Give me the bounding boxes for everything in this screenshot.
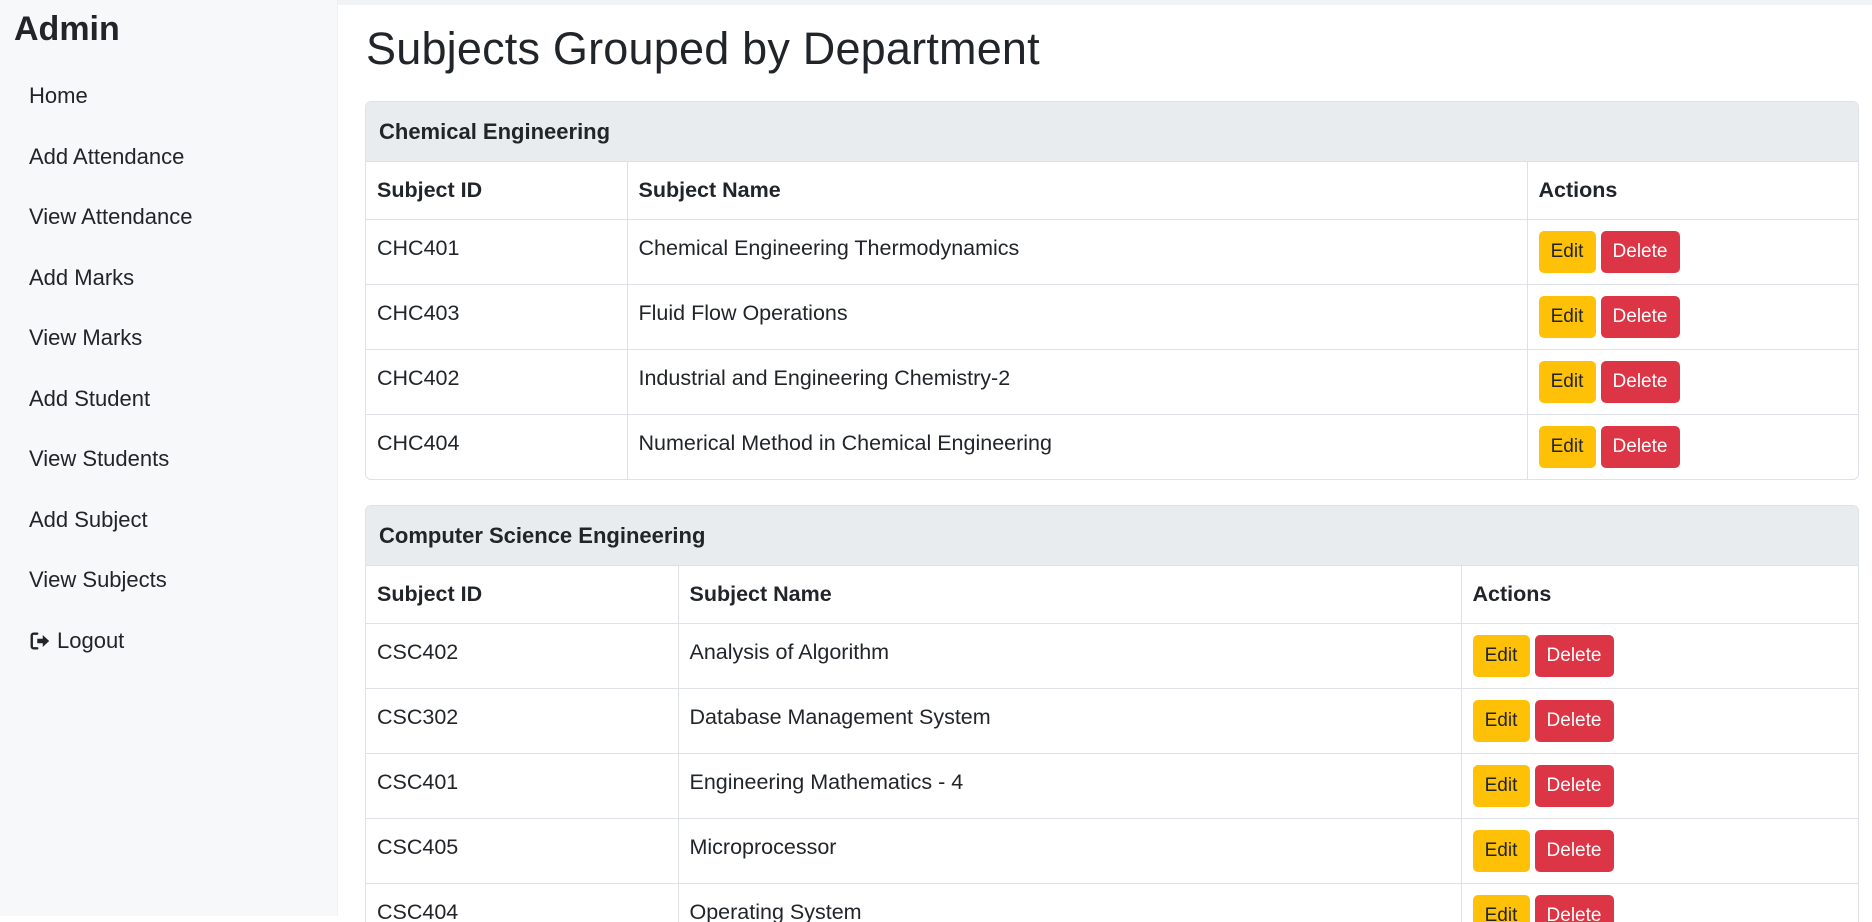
subject-id-cell: CHC403	[366, 284, 628, 350]
sidebar-item-label: View Marks	[29, 325, 143, 351]
table-row: CSC405 Microprocessor Edit Delete	[366, 818, 1858, 884]
subject-id-cell: CHC402	[366, 349, 628, 415]
department-card-computer-science-engineering: Computer Science Engineering Subject ID …	[365, 505, 1859, 922]
column-header-subject-name: Subject Name	[678, 566, 1462, 624]
delete-button[interactable]: Delete	[1534, 894, 1614, 922]
table-row: CSC402 Analysis of Algorithm Edit Delete	[366, 623, 1858, 689]
actions-cell: Edit Delete	[1527, 219, 1858, 285]
delete-button[interactable]: Delete	[1600, 360, 1680, 403]
actions-cell: Edit Delete	[1461, 818, 1858, 884]
subject-name-cell: Industrial and Engineering Chemistry-2	[627, 349, 1528, 415]
department-header: Chemical Engineering	[366, 102, 1858, 162]
delete-button[interactable]: Delete	[1600, 295, 1680, 338]
subject-id-cell: CSC402	[366, 623, 679, 689]
sidebar-item-add-subject[interactable]: Add Subject	[0, 490, 338, 551]
logout-icon	[29, 630, 51, 652]
sidebar-item-label: View Students	[29, 446, 170, 472]
subject-id-cell: CSC404	[366, 883, 679, 922]
actions-cell: Edit Delete	[1527, 284, 1858, 350]
actions-cell: Edit Delete	[1527, 414, 1858, 479]
table-header-row: Subject ID Subject Name Actions	[366, 566, 1858, 624]
subjects-table: Subject ID Subject Name Actions CHC401 C…	[366, 162, 1858, 479]
sidebar-item-add-marks[interactable]: Add Marks	[0, 248, 338, 309]
delete-button[interactable]: Delete	[1534, 634, 1614, 677]
sidebar-item-view-students[interactable]: View Students	[0, 429, 338, 490]
delete-button[interactable]: Delete	[1534, 829, 1614, 872]
sidebar-item-label: Add Subject	[29, 506, 148, 532]
column-header-actions: Actions	[1527, 162, 1858, 220]
table-row: CHC403 Fluid Flow Operations Edit Delete	[366, 284, 1858, 350]
subject-id-cell: CHC404	[366, 414, 628, 479]
sidebar-item-label: View Subjects	[29, 567, 167, 593]
sidebar-nav: Home Add Attendance View Attendance Add …	[0, 66, 338, 671]
sidebar-item-label: View Attendance	[29, 204, 193, 230]
table-header-row: Subject ID Subject Name Actions	[366, 162, 1858, 220]
sidebar: Admin Home Add Attendance View Attendanc…	[0, 0, 338, 916]
sidebar-item-view-marks[interactable]: View Marks	[0, 308, 338, 369]
sidebar-item-label: Add Student	[29, 385, 151, 411]
table-row: CHC402 Industrial and Engineering Chemis…	[366, 349, 1858, 415]
edit-button[interactable]: Edit	[1538, 295, 1596, 338]
table-row: CSC401 Engineering Mathematics - 4 Edit D…	[366, 753, 1858, 819]
actions-cell: Edit Delete	[1527, 349, 1858, 415]
delete-button[interactable]: Delete	[1600, 230, 1680, 273]
sidebar-item-label: Add Attendance	[29, 143, 185, 169]
edit-button[interactable]: Edit	[1472, 894, 1530, 922]
sidebar-item-home[interactable]: Home	[0, 66, 338, 127]
page-title: Subjects Grouped by Department	[366, 23, 1040, 74]
sidebar-item-view-attendance[interactable]: View Attendance	[0, 187, 338, 248]
table-row: CHC401 Chemical Engineering Thermodynami…	[366, 219, 1858, 285]
column-header-actions: Actions	[1461, 566, 1858, 624]
subject-id-cell: CSC401	[366, 753, 679, 819]
subject-id-cell: CSC302	[366, 688, 679, 754]
sidebar-item-add-attendance[interactable]: Add Attendance	[0, 127, 338, 188]
edit-button[interactable]: Edit	[1538, 230, 1596, 273]
subject-name-cell: Chemical Engineering Thermodynamics	[627, 219, 1528, 285]
subject-name-cell: Numerical Method in Chemical Engineering	[627, 414, 1528, 479]
sidebar-item-view-subjects[interactable]: View Subjects	[0, 550, 338, 611]
column-header-subject-name: Subject Name	[627, 162, 1528, 220]
actions-cell: Edit Delete	[1461, 623, 1858, 689]
delete-button[interactable]: Delete	[1534, 699, 1614, 742]
edit-button[interactable]: Edit	[1472, 699, 1530, 742]
subject-name-cell: Fluid Flow Operations	[627, 284, 1528, 350]
sidebar-item-logout[interactable]: Logout	[0, 611, 338, 672]
column-header-subject-id: Subject ID	[366, 162, 628, 220]
actions-cell: Edit Delete	[1461, 883, 1858, 922]
subject-name-cell: Microprocessor	[678, 818, 1462, 884]
edit-button[interactable]: Edit	[1472, 764, 1530, 807]
department-card-chemical-engineering: Chemical Engineering Subject ID Subject …	[365, 101, 1859, 480]
edit-button[interactable]: Edit	[1472, 634, 1530, 677]
subject-name-cell: Analysis of Algorithm	[678, 623, 1462, 689]
sidebar-item-add-student[interactable]: Add Student	[0, 369, 338, 430]
edit-button[interactable]: Edit	[1472, 829, 1530, 872]
table-row: CSC302 Database Management System Edit De…	[366, 688, 1858, 754]
subject-name-cell: Operating System	[678, 883, 1462, 922]
main-content: Subjects Grouped by Department Chemical …	[338, 0, 1872, 922]
column-header-subject-id: Subject ID	[366, 566, 679, 624]
sidebar-brand: Admin	[14, 10, 120, 48]
edit-button[interactable]: Edit	[1538, 360, 1596, 403]
actions-cell: Edit Delete	[1461, 688, 1858, 754]
edit-button[interactable]: Edit	[1538, 425, 1596, 468]
delete-button[interactable]: Delete	[1534, 764, 1614, 807]
actions-cell: Edit Delete	[1461, 753, 1858, 819]
table-row: CSC404 Operating System Edit Delete	[366, 883, 1858, 922]
sidebar-item-label: Home	[29, 83, 88, 109]
subject-id-cell: CSC405	[366, 818, 679, 884]
department-header: Computer Science Engineering	[366, 506, 1858, 566]
subject-id-cell: CHC401	[366, 219, 628, 285]
subject-name-cell: Database Management System	[678, 688, 1462, 754]
sidebar-item-label: Logout	[57, 627, 125, 653]
delete-button[interactable]: Delete	[1600, 425, 1680, 468]
table-row: CHC404 Numerical Method in Chemical Engi…	[366, 414, 1858, 479]
subject-name-cell: Engineering Mathematics - 4	[678, 753, 1462, 819]
sidebar-item-label: Add Marks	[29, 264, 135, 290]
subjects-table: Subject ID Subject Name Actions CSC402 A…	[366, 566, 1858, 922]
